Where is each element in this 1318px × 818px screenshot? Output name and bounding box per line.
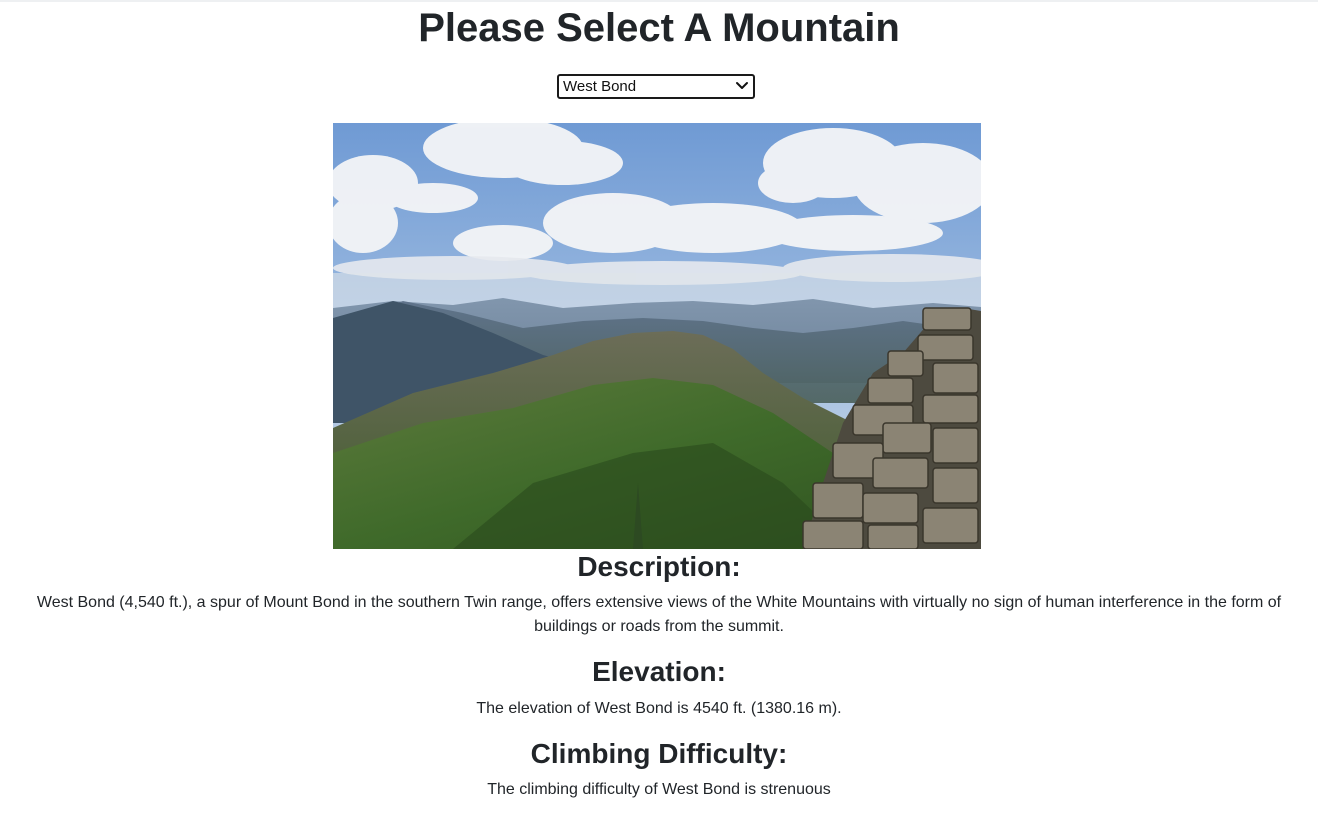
mountain-photo-illustration [333,123,981,549]
page-title: Please Select A Mountain [418,6,900,50]
elevation-heading: Elevation: [592,656,726,687]
elevation-text: The elevation of West Bond is 4540 ft. (… [476,700,842,717]
mountain-photo [333,123,981,549]
mountain-select-wrapper: West Bond [557,74,755,99]
difficulty-heading: Climbing Difficulty: [530,738,788,769]
difficulty-text: The climbing difficulty of West Bond is … [487,781,831,798]
description-heading: Description: [577,551,741,582]
top-divider [0,0,1318,2]
page: Please Select A Mountain West Bond Descr… [0,0,1318,818]
chevron-down-icon [736,82,748,89]
mountain-select-value: West Bond [563,78,637,95]
description-text: West Bond (4,540 ft.), a spur of Mount B… [36,594,1282,635]
mountain-select[interactable]: West Bond [557,74,755,99]
